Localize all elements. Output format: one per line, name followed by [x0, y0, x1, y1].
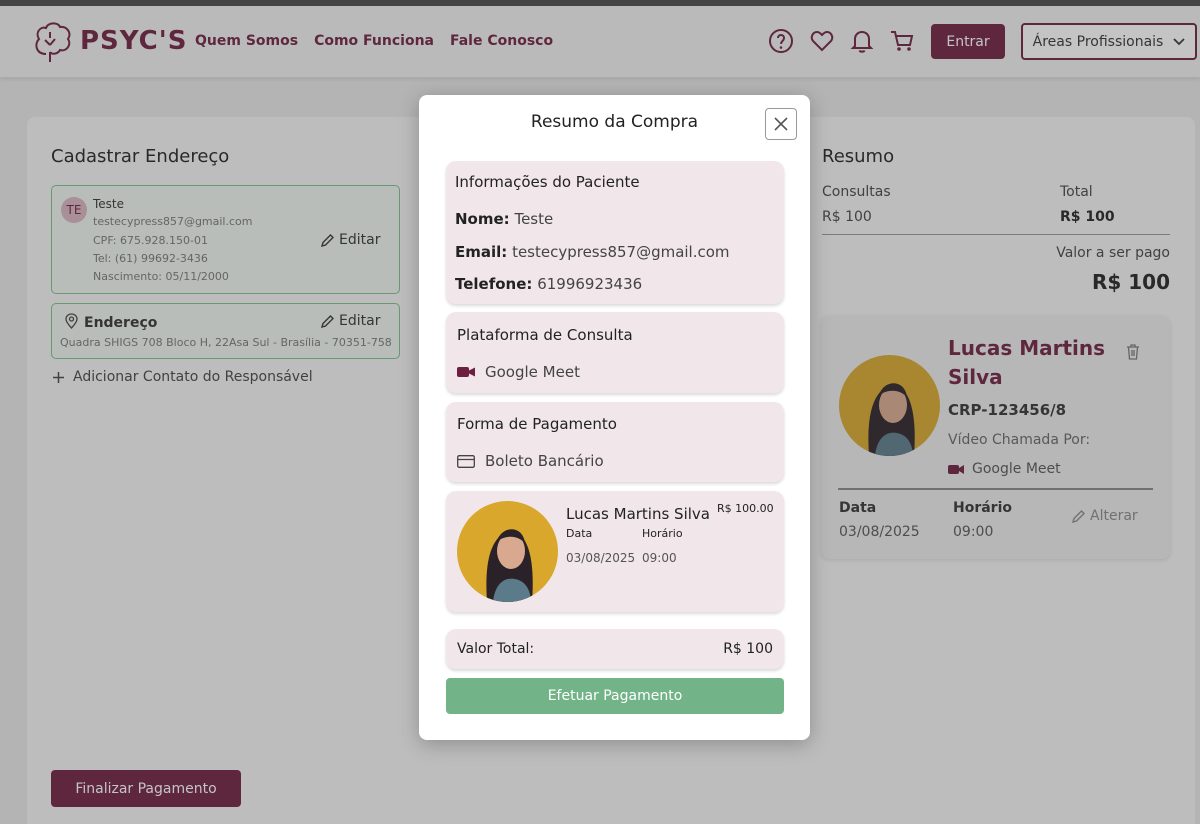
platform-box: Plataforma de Consulta Google Meet — [446, 312, 784, 393]
cart-date-label: Data — [566, 527, 593, 540]
patient-phone-label: Telefone: — [455, 275, 533, 293]
platform-value: Google Meet — [485, 363, 580, 381]
total-label: Valor Total: — [457, 641, 535, 657]
patient-phone-row: Telefone: 61996923436 — [455, 275, 642, 293]
payment-method-value: Boleto Bancário — [485, 452, 604, 470]
patient-name-label: Nome: — [455, 210, 510, 228]
patient-email-row: Email: testecypress857@gmail.com — [455, 243, 730, 261]
total-box: Valor Total: R$ 100 — [446, 629, 784, 669]
credit-card-icon — [457, 454, 475, 468]
patient-email: testecypress857@gmail.com — [512, 243, 730, 261]
cart-item-box: Lucas Martins Silva R$ 100.00 Data Horár… — [446, 491, 784, 612]
video-camera-icon — [457, 367, 475, 377]
patient-info-box: Informações do Paciente Nome: Teste Emai… — [446, 161, 784, 304]
platform-title: Plataforma de Consulta — [457, 326, 633, 344]
patient-name: Teste — [514, 210, 554, 228]
close-icon — [774, 117, 788, 131]
cart-time-label: Horário — [642, 527, 683, 540]
cart-time-value: 09:00 — [642, 551, 677, 565]
modal-title: Resumo da Compra — [530, 112, 699, 132]
pay-button[interactable]: Efetuar Pagamento — [446, 678, 784, 714]
cart-date-value: 03/08/2025 — [566, 551, 636, 565]
cart-item-photo — [457, 501, 558, 602]
purchase-summary-modal: Resumo da Compra Informações do Paciente… — [419, 95, 810, 740]
payment-method-row: Boleto Bancário — [457, 452, 604, 470]
platform-row: Google Meet — [457, 363, 580, 381]
patient-info-title: Informações do Paciente — [455, 173, 640, 191]
close-button[interactable] — [765, 108, 797, 140]
patient-phone: 61996923436 — [537, 275, 643, 293]
patient-name-row: Nome: Teste — [455, 210, 553, 228]
cart-item-price: R$ 100.00 — [717, 502, 774, 515]
payment-method-title: Forma de Pagamento — [457, 415, 617, 433]
patient-email-label: Email: — [455, 243, 508, 261]
payment-method-box: Forma de Pagamento Boleto Bancário — [446, 402, 784, 482]
total-value: R$ 100 — [723, 641, 773, 657]
cart-item-name: Lucas Martins Silva — [566, 505, 710, 523]
